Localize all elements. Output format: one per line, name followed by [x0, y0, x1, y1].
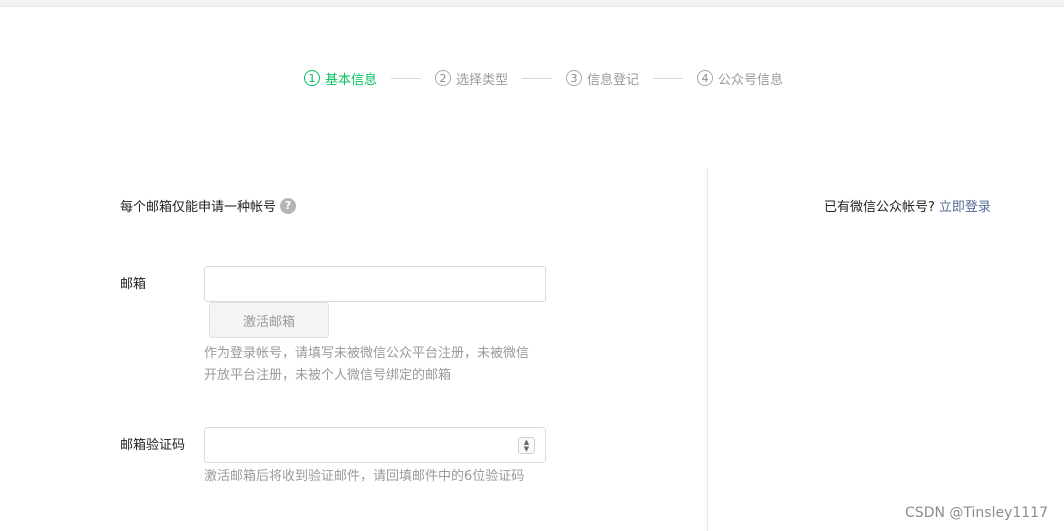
step-info-registration: 3 信息登记 — [566, 69, 639, 88]
number-spinner-icon[interactable]: ▲ ▼ — [518, 437, 535, 454]
step-label: 选择类型 — [456, 72, 509, 88]
step-number-icon: 2 — [435, 70, 452, 86]
registration-stepper: 1 基本信息 2 选择类型 3 信息登记 4 公众号信息 — [304, 66, 783, 90]
step-number-icon: 1 — [304, 70, 320, 86]
email-code-tip: 激活邮箱后将收到验证邮件，请回填邮件中的6位验证码 — [204, 469, 525, 484]
step-connector — [522, 77, 553, 79]
column-divider — [707, 168, 708, 531]
arrow-down-icon[interactable]: ▼ — [524, 445, 529, 453]
step-label: 信息登记 — [587, 72, 640, 88]
step-connector — [391, 77, 422, 79]
email-tip: 作为登录帐号，请填写未被微信公众平台注册，未被微信开放平台注册，未被个人微信号绑… — [204, 346, 530, 383]
step-number-icon: 3 — [566, 70, 583, 86]
watermark: CSDN @Tinsley1117 — [905, 505, 1048, 521]
top-bar — [0, 0, 1064, 7]
step-basic-info: 1 基本信息 — [304, 69, 377, 88]
step-label: 基本信息 — [325, 72, 378, 88]
email-code-input[interactable]: ▲ ▼ — [204, 427, 546, 463]
email-label: 邮箱 — [120, 277, 147, 292]
activate-email-button[interactable]: 激活邮箱 — [209, 302, 329, 338]
step-select-type: 2 选择类型 — [435, 69, 508, 88]
step-connector — [653, 77, 684, 79]
notice-text: 每个邮箱仅能申请一种帐号 — [120, 200, 277, 215]
step-label: 公众号信息 — [718, 72, 784, 88]
step-account-info: 4 公众号信息 — [697, 69, 783, 88]
one-account-notice: 每个邮箱仅能申请一种帐号 ? — [120, 196, 297, 215]
login-link[interactable]: 立即登录 — [939, 200, 991, 215]
email-code-label: 邮箱验证码 — [120, 438, 186, 453]
login-prompt: 已有微信公众帐号? 立即登录 — [824, 196, 991, 215]
step-number-icon: 4 — [697, 70, 714, 86]
help-icon[interactable]: ? — [280, 197, 297, 214]
email-input[interactable] — [204, 266, 546, 302]
registration-page: 1 基本信息 2 选择类型 3 信息登记 4 公众号信息 每个邮箱仅能申请一种帐… — [0, 0, 1064, 531]
login-prompt-text: 已有微信公众帐号? — [824, 200, 935, 215]
